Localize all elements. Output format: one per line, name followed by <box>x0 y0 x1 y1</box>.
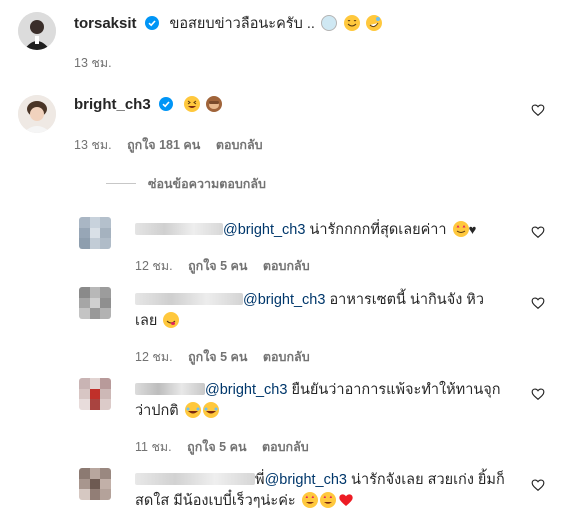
hide-replies-button[interactable]: ซ่อนข้อความตอบกลับ <box>106 174 278 194</box>
reply-body-continued: เลย <box>135 313 158 329</box>
comment-meta: 13 ชม. ถูกใจ 181 คน ตอบกลับ <box>74 135 275 155</box>
verified-badge-icon <box>159 97 174 111</box>
mention-link[interactable]: @bright_ch3 <box>265 472 347 488</box>
reply-avatar-1[interactable] <box>79 217 111 249</box>
reply-time: 11 ชม. <box>135 440 172 454</box>
yum-emoji-icon <box>163 312 180 328</box>
reply-avatar-4[interactable] <box>79 468 111 500</box>
mention-link[interactable]: @bright_ch3 <box>223 222 305 238</box>
verified-badge-icon <box>144 16 159 30</box>
mention-link[interactable]: @bright_ch3 <box>243 292 325 308</box>
laughing-emoji-icon <box>183 96 200 112</box>
reply-likes[interactable]: ถูกใจ 5 คน <box>187 440 246 454</box>
tears-of-joy-emoji-icon <box>202 402 219 418</box>
reply-text-2: @bright_ch3 อาหารเซตนี้ น่ากินจัง หิว เล… <box>135 290 484 332</box>
reply-body: น่ารักกกกที่สุดเลยค่าา <box>305 222 447 238</box>
hide-replies-label: ซ่อนข้อความตอบกลับ <box>148 177 266 191</box>
reply-likes[interactable]: ถูกใจ 5 คน <box>188 350 247 364</box>
caption-text: ขอสยบข่าวลือนะครับ .. <box>169 16 315 32</box>
comment-time: 13 ชม. <box>74 138 112 152</box>
reply-like-heart-icon[interactable] <box>531 296 545 310</box>
comment-like-heart-icon[interactable] <box>531 103 545 117</box>
black-heart-icon: ♥ <box>468 222 477 237</box>
star-struck-emoji-icon <box>301 492 318 508</box>
reply-avatar-2[interactable] <box>79 287 111 319</box>
reply-like-heart-icon[interactable] <box>531 478 545 492</box>
post-time: 13 ชม. <box>74 56 112 70</box>
reply-body: อาหารเซตนี้ น่ากินจัง หิว <box>325 292 485 308</box>
reply-likes[interactable]: ถูกใจ 5 คน <box>188 259 247 273</box>
reply-button[interactable]: ตอบกลับ <box>262 440 309 454</box>
username-bright-ch3[interactable]: bright_ch3 <box>74 96 151 113</box>
see-no-evil-monkey-emoji-icon <box>206 96 223 112</box>
blurred-username[interactable] <box>135 223 223 235</box>
mention-link[interactable]: @bright_ch3 <box>205 382 287 398</box>
comment-header: bright_ch3 <box>74 96 223 114</box>
avatar-torsaksit[interactable] <box>18 12 56 50</box>
blurred-username[interactable] <box>135 473 255 485</box>
reply-meta-2: 12 ชม. ถูกใจ 5 คน ตอบกลับ <box>135 347 322 367</box>
post-caption: torsaksit ขอสยบข่าวลือนะครับ .. <box>74 12 383 35</box>
reply-meta-3: 11 ชม. ถูกใจ 5 คน ตอบกลับ <box>135 437 321 457</box>
rofl-emoji-icon <box>366 15 383 31</box>
reply-text-1: @bright_ch3 น่ารักกกกที่สุดเลยค่าา ♥ <box>135 218 476 241</box>
reply-like-heart-icon[interactable] <box>531 387 545 401</box>
reply-button[interactable]: ตอบกลับ <box>263 259 310 273</box>
red-heart-emoji-icon <box>339 494 353 506</box>
blurred-username[interactable] <box>135 383 205 395</box>
reply-text-3: @bright_ch3 ยืนยันว่าอาการแพ้จะทำให้ทานจ… <box>135 380 501 422</box>
username-torsaksit[interactable]: torsaksit <box>74 15 137 32</box>
reply-avatar-3[interactable] <box>79 378 111 410</box>
reply-body-continued: สดใส มีน้องเบบี๋เร็วๆน่ะค่ะ <box>135 493 296 509</box>
blurred-username[interactable] <box>135 293 243 305</box>
hide-replies-divider <box>106 183 136 184</box>
heart-eyes-emoji-icon <box>452 221 469 237</box>
tears-of-joy-emoji-icon <box>184 402 201 418</box>
reply-meta-1: 12 ชม. ถูกใจ 5 คน ตอบกลับ <box>135 256 322 276</box>
reply-body: ยืนยันว่าอาการแพ้จะทำให้ทานจุก <box>287 382 501 398</box>
comment-reply-button[interactable]: ตอบกลับ <box>216 138 263 152</box>
smiling-face-emoji-icon <box>343 15 360 31</box>
reply-time: 12 ชม. <box>135 350 173 364</box>
baby-emoji-icon <box>321 15 338 31</box>
reply-button[interactable]: ตอบกลับ <box>263 350 310 364</box>
avatar-bright-ch3[interactable] <box>18 95 56 133</box>
reply-like-heart-icon[interactable] <box>531 225 545 239</box>
reply-body: น่ารักจังเลย สวยเก่ง ยิ้มก็ <box>347 472 505 488</box>
reply-text-4: พี่@bright_ch3 น่ารักจังเลย สวยเก่ง ยิ้ม… <box>135 470 505 512</box>
comment-likes[interactable]: ถูกใจ 181 คน <box>127 138 200 152</box>
star-struck-emoji-icon <box>319 492 336 508</box>
reply-body-continued: ว่าปกติ <box>135 403 179 419</box>
reply-prefix: พี่ <box>255 472 265 488</box>
reply-time: 12 ชม. <box>135 259 173 273</box>
